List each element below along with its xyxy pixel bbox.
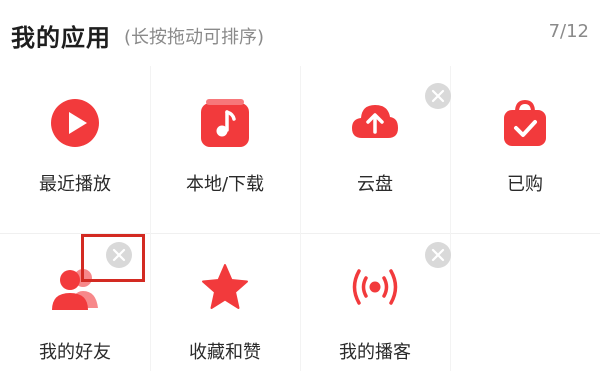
play-icon xyxy=(51,99,99,147)
app-cloud-disk[interactable]: 云盘 xyxy=(300,66,451,216)
music-note-icon xyxy=(201,99,249,147)
shopping-bag-icon xyxy=(504,99,546,146)
app-grid: 最近播放 本地/下载 云盘 已购 我的好友 收藏和赞 我的播客 xyxy=(0,66,600,371)
page-title: 我的应用 xyxy=(11,24,111,52)
highlight-box xyxy=(81,234,145,282)
broadcast-icon xyxy=(352,269,398,305)
cloud-upload-icon xyxy=(352,105,398,138)
app-recent-play[interactable]: 最近播放 xyxy=(0,66,150,216)
close-icon xyxy=(431,89,445,103)
app-count: 7/12 xyxy=(548,21,589,42)
app-label: 收藏和赞 xyxy=(189,342,261,363)
app-label: 已购 xyxy=(507,174,543,195)
app-label: 我的好友 xyxy=(39,342,111,363)
app-drawer-header: 我的应用 (长按拖动可排序) 7/12 xyxy=(0,0,600,64)
remove-app-button[interactable] xyxy=(425,83,451,109)
sort-hint: (长按拖动可排序) xyxy=(124,27,265,48)
app-local-download[interactable]: 本地/下载 xyxy=(150,66,300,216)
empty-slot xyxy=(450,234,600,384)
star-icon xyxy=(202,264,248,309)
app-my-podcast[interactable]: 我的播客 xyxy=(300,234,451,384)
app-label: 我的播客 xyxy=(339,342,411,363)
close-icon xyxy=(431,248,445,262)
app-label: 最近播放 xyxy=(39,174,111,195)
remove-app-button[interactable] xyxy=(425,242,451,268)
app-label: 云盘 xyxy=(357,174,393,195)
app-label: 本地/下载 xyxy=(185,174,265,195)
app-favorites-likes[interactable]: 收藏和赞 xyxy=(150,234,300,384)
app-purchased[interactable]: 已购 xyxy=(450,66,600,216)
